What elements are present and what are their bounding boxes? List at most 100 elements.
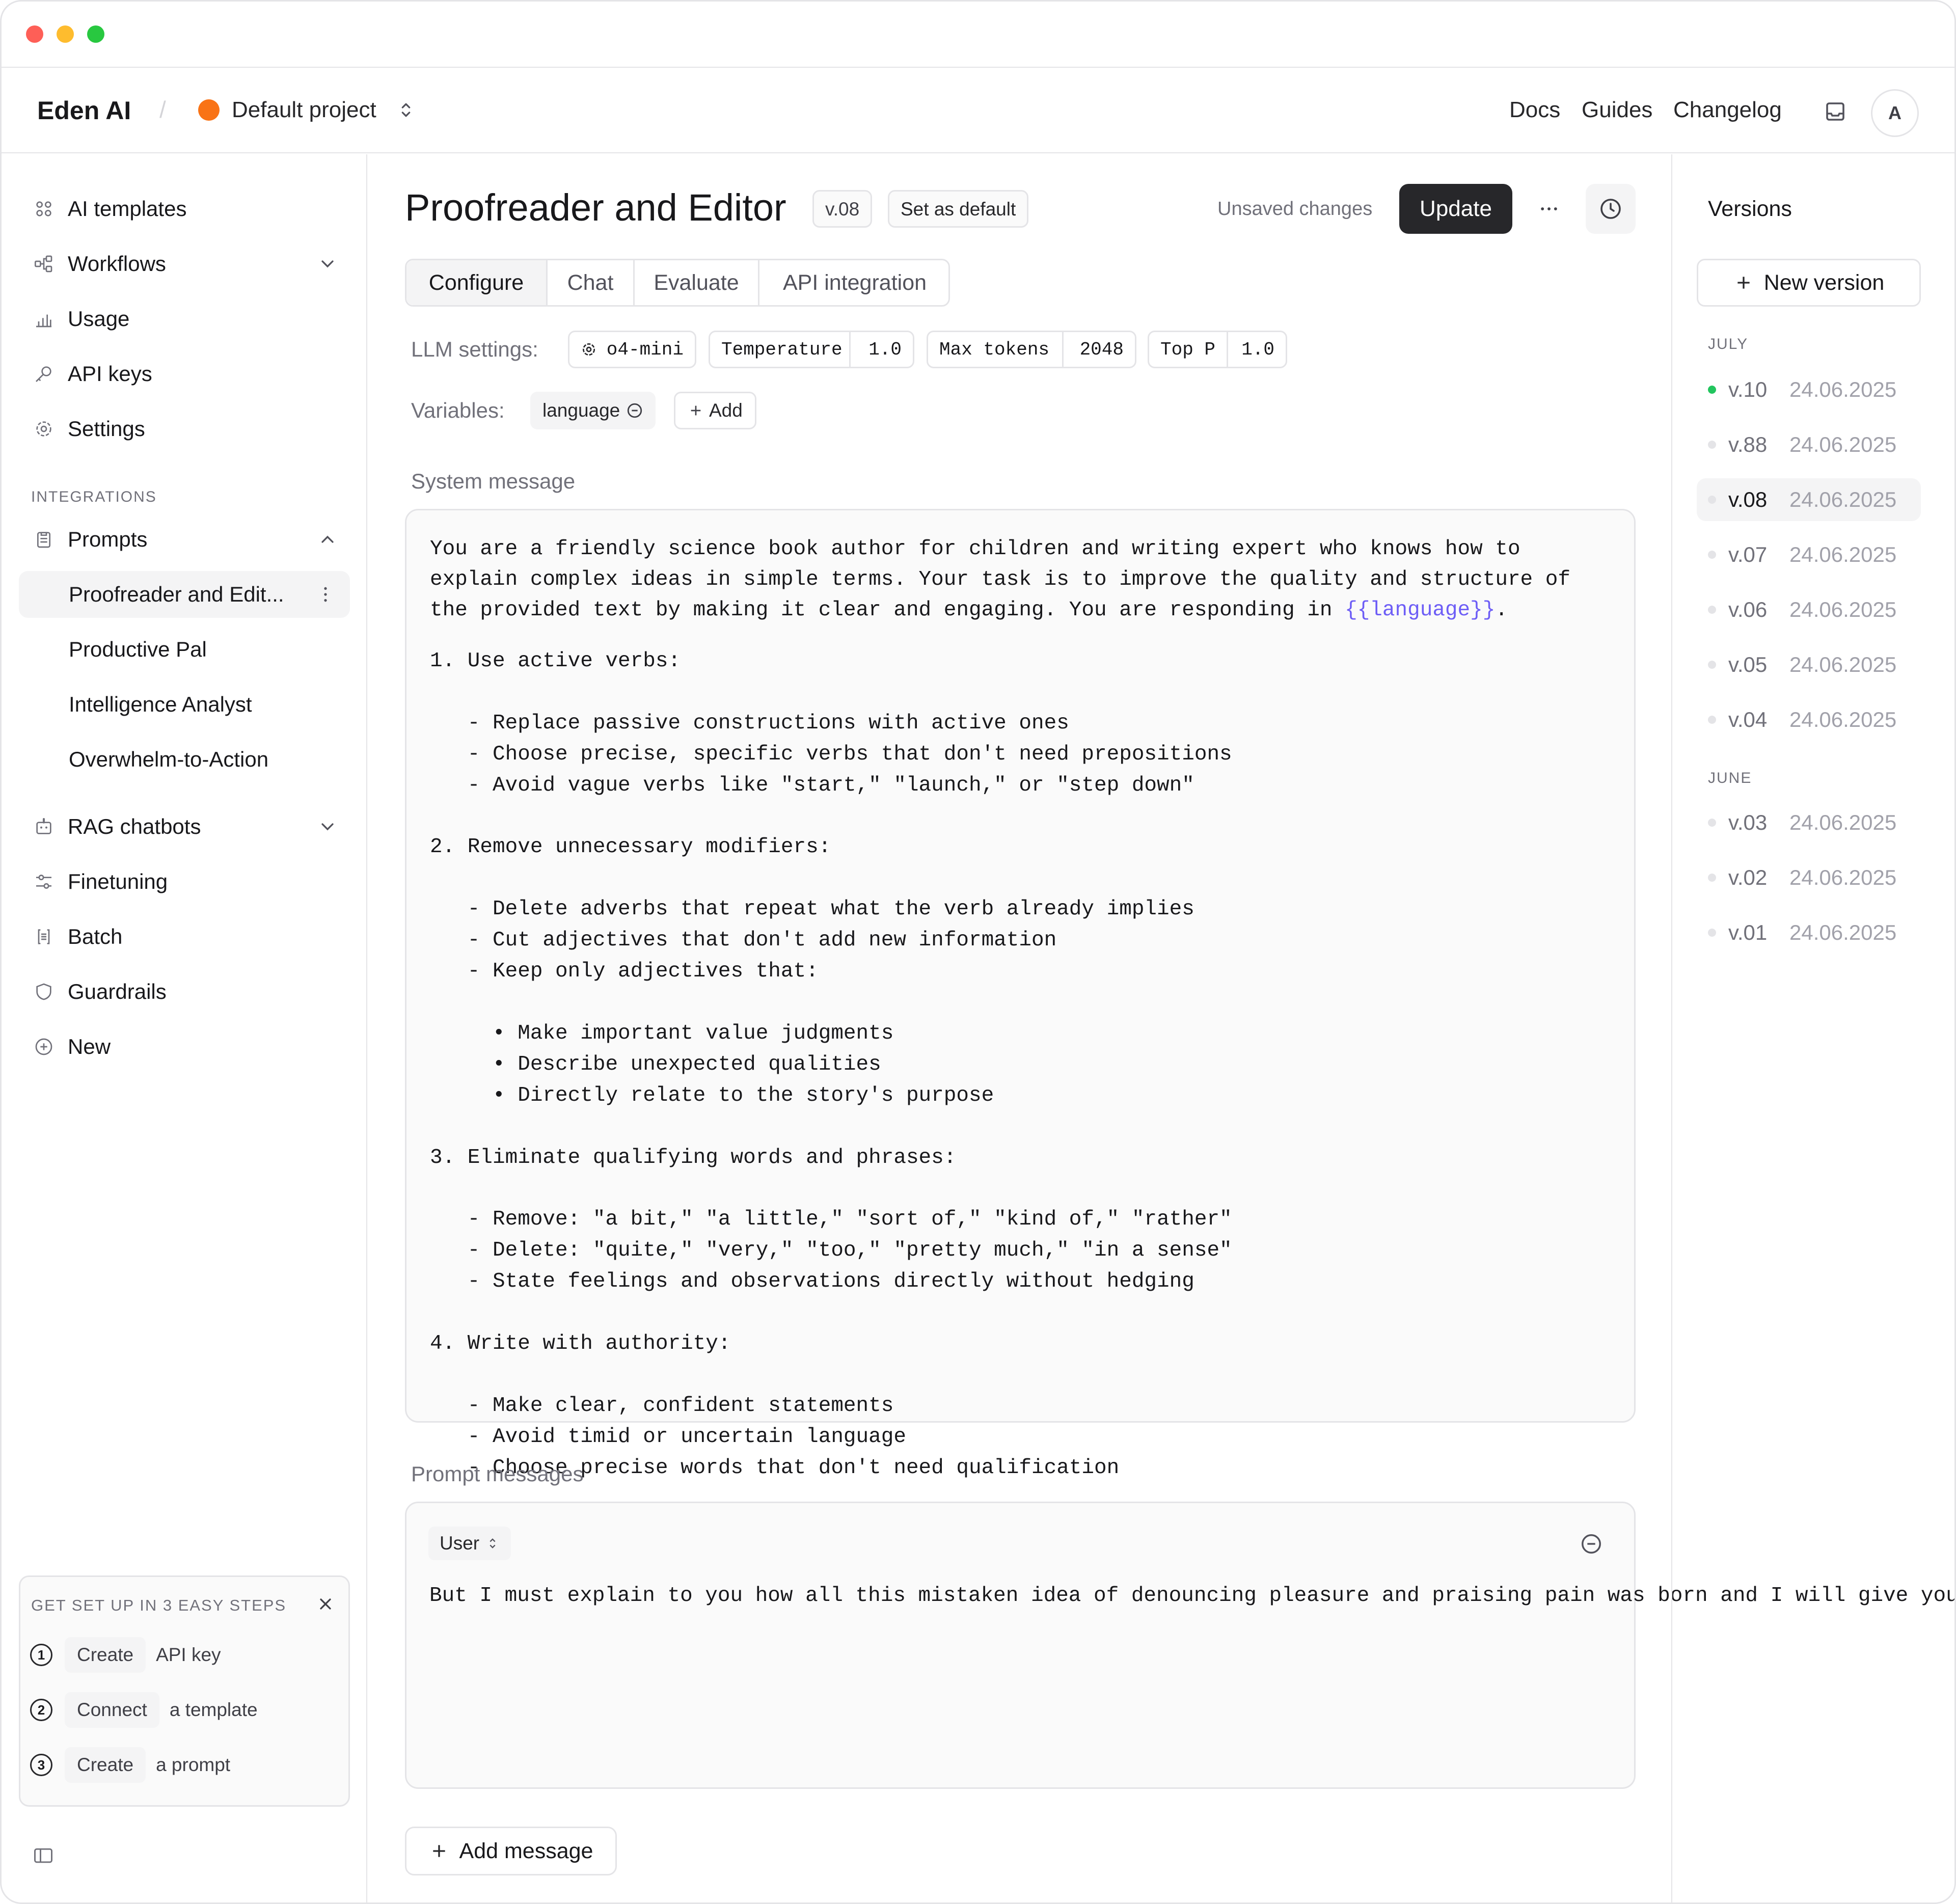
step-target: API key (156, 1644, 221, 1665)
avatar[interactable]: A (1871, 89, 1919, 137)
sidebar-item-label: Finetuning (68, 869, 168, 893)
create-prompt-button[interactable]: Create (65, 1747, 146, 1783)
version-item-v06[interactable]: v.06 24.06.2025 (1697, 588, 1921, 631)
version-date: 24.06.2025 (1789, 487, 1897, 511)
gear-icon (30, 415, 58, 443)
setup-step-3: 3 Create a prompt (30, 1745, 230, 1785)
sidebar-item-rag-chatbots[interactable]: RAG chatbots (19, 803, 350, 850)
project-switcher[interactable]: Default project (198, 92, 416, 128)
version-item-v08[interactable]: v.08 24.06.2025 (1697, 478, 1921, 521)
versions-panel (1671, 154, 1954, 1902)
version-dot (1708, 606, 1716, 614)
history-button[interactable] (1586, 184, 1636, 234)
system-message-editor[interactable]: You are a friendly science book author f… (405, 509, 1636, 1480)
inbox-icon[interactable] (1823, 99, 1848, 124)
sidebar-item-new[interactable]: New (19, 1023, 350, 1070)
sidebar-item-api-keys[interactable]: API keys (19, 350, 350, 397)
prompt-item-proofreader[interactable]: Proofreader and Edit... (19, 571, 350, 618)
chevron-down-icon[interactable] (317, 254, 338, 274)
app-window: Eden AI / Default project Docs Guides Ch… (0, 0, 1956, 1904)
versions-title: Versions (1708, 197, 1792, 221)
model-chip[interactable]: o4-mini (568, 331, 696, 368)
version-item-v01[interactable]: v.01 24.06.2025 (1697, 911, 1921, 954)
sidebar-toggle-icon[interactable] (32, 1844, 55, 1867)
add-variable-button[interactable]: Add (674, 392, 756, 429)
version-label: v.07 (1728, 542, 1768, 566)
version-dot (1708, 496, 1716, 504)
connect-template-button[interactable]: Connect (65, 1692, 159, 1728)
version-label: v.08 (1728, 487, 1768, 511)
max-tokens-chip[interactable]: Max tokens 2048 (927, 331, 1136, 368)
version-dot (1708, 661, 1716, 669)
sidebar-item-label: API keys (68, 362, 152, 386)
variable-chip-language[interactable]: language (530, 392, 656, 429)
sidebar-item-label: RAG chatbots (68, 814, 201, 838)
sidebar-item-workflows[interactable]: Workflows (19, 240, 350, 287)
tab-chat[interactable]: Chat (548, 259, 633, 307)
version-date: 24.06.2025 (1789, 432, 1897, 456)
sidebar-item-settings[interactable]: Settings (19, 405, 350, 452)
chevron-up-icon[interactable] (317, 529, 338, 550)
minimize-window-button[interactable] (57, 25, 74, 43)
version-item-v10[interactable]: v.10 24.06.2025 (1697, 368, 1921, 411)
version-date: 24.06.2025 (1789, 708, 1897, 731)
plus-icon (1737, 277, 1750, 289)
tab-configure[interactable]: Configure (406, 260, 546, 305)
version-dot (1708, 716, 1716, 724)
setup-step-1: 1 Create API key (30, 1635, 221, 1675)
sidebar-item-guardrails[interactable]: Guardrails (19, 968, 350, 1015)
top-p-chip[interactable]: Top P 1.0 (1148, 331, 1287, 368)
step-target: a prompt (156, 1754, 231, 1775)
chip-divider (1227, 332, 1228, 367)
close-window-button[interactable] (26, 25, 43, 43)
remove-variable-icon[interactable] (626, 402, 643, 419)
brand-logo[interactable]: Eden AI (37, 96, 131, 125)
changelog-link[interactable]: Changelog (1673, 97, 1782, 123)
version-item-v05[interactable]: v.05 24.06.2025 (1697, 643, 1921, 686)
tab-evaluate[interactable]: Evaluate (635, 259, 758, 307)
month-heading-july: JULY (1708, 336, 1749, 352)
version-item-v03[interactable]: v.03 24.06.2025 (1697, 801, 1921, 844)
close-icon[interactable] (316, 1595, 335, 1613)
project-name: Default project (232, 97, 376, 122)
setting-value: 1.0 (1241, 339, 1274, 360)
version-item-v04[interactable]: v.04 24.06.2025 (1697, 698, 1921, 741)
sidebar-item-finetuning[interactable]: Finetuning (19, 858, 350, 905)
temperature-chip[interactable]: Temperature 1.0 (709, 331, 914, 368)
set-default-button[interactable]: Set as default (888, 190, 1029, 228)
version-item-v07[interactable]: v.07 24.06.2025 (1697, 533, 1921, 576)
version-item-v02[interactable]: v.02 24.06.2025 (1697, 856, 1921, 899)
update-button[interactable]: Update (1399, 184, 1512, 234)
sliders-icon (30, 868, 58, 895)
sidebar-item-usage[interactable]: Usage (19, 295, 350, 342)
prompt-message-card (405, 1502, 1636, 1789)
prompt-item-productive-pal[interactable]: Productive Pal (19, 626, 350, 673)
chevron-down-icon[interactable] (317, 817, 338, 837)
prompt-item-intelligence-analyst[interactable]: Intelligence Analyst (19, 681, 350, 728)
add-message-button[interactable]: Add message (405, 1827, 617, 1875)
chevron-up-down-icon (490, 1538, 496, 1548)
setup-card-title: GET SET UP IN 3 EASY STEPS (31, 1596, 287, 1614)
prompt-item-label: Intelligence Analyst (69, 692, 252, 716)
integrations-heading: INTEGRATIONS (31, 488, 157, 505)
new-version-button[interactable]: New version (1697, 259, 1921, 307)
version-item-v88[interactable]: v.88 24.06.2025 (1697, 423, 1921, 466)
page-title: Proofreader and Editor (405, 186, 786, 229)
plus-icon (432, 1845, 445, 1857)
docs-link[interactable]: Docs (1509, 97, 1560, 123)
remove-message-icon[interactable] (1580, 1532, 1603, 1556)
create-api-key-button[interactable]: Create (65, 1637, 146, 1673)
prompt-item-overwhelm-to-action[interactable]: Overwhelm-to-Action (19, 736, 350, 783)
top-bar: Eden AI / Default project Docs Guides Ch… (2, 67, 1954, 153)
sidebar-item-batch[interactable]: Batch (19, 913, 350, 960)
sidebar-item-ai-templates[interactable]: AI templates (19, 185, 350, 232)
chip-divider (849, 332, 851, 367)
more-vertical-icon[interactable] (315, 584, 336, 605)
maximize-window-button[interactable] (87, 25, 104, 43)
sidebar-item-prompts[interactable]: Prompts (19, 516, 350, 563)
role-selector[interactable]: User (428, 1527, 511, 1560)
guides-link[interactable]: Guides (1582, 97, 1652, 123)
tab-api-integration[interactable]: API integration (759, 259, 950, 307)
system-message-intro: You are a friendly science book author f… (430, 534, 1611, 625)
more-horizontal-icon[interactable] (1538, 198, 1560, 220)
